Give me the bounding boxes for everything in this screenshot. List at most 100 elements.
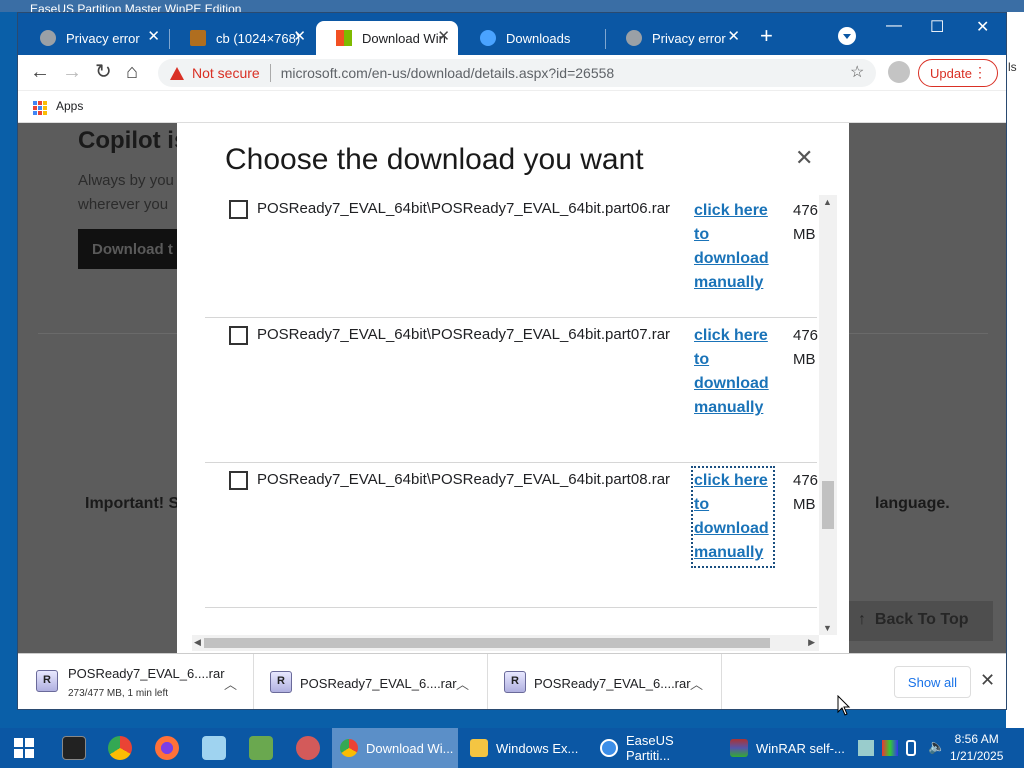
taskbar-winrar[interactable]: WinRAR self-... [722, 728, 848, 768]
background-window-text: ls [1008, 60, 1017, 74]
update-button[interactable]: Update ⋮ [918, 59, 998, 87]
url-text[interactable]: microsoft.com/en-us/download/details.asp… [281, 65, 614, 81]
vertical-scroll-thumb[interactable] [822, 481, 834, 529]
link-line[interactable]: to [694, 348, 772, 372]
chevron-up-icon[interactable]: ︿ [456, 674, 469, 693]
link-line[interactable]: click here [694, 324, 772, 348]
bookmark-star-icon[interactable]: ☆ [850, 62, 864, 82]
tab-download-win[interactable]: Download Win ✕ [316, 21, 458, 55]
file-checkbox[interactable] [229, 326, 248, 345]
network-icon[interactable] [858, 740, 874, 756]
chevron-up-icon[interactable]: ︿ [690, 674, 703, 693]
scroll-down-icon[interactable]: ▼ [823, 623, 832, 633]
file-checkbox[interactable] [229, 200, 248, 219]
download-status: 273/477 MB, 1 min left [68, 688, 169, 699]
taskbar-windows-explorer[interactable]: Windows Ex... [462, 728, 586, 768]
winrar-icon [730, 739, 748, 757]
link-line[interactable]: download [694, 247, 772, 271]
profile-avatar-icon[interactable] [888, 61, 910, 83]
close-tab-icon[interactable]: ✕ [147, 29, 160, 45]
file-size-unit: MB [793, 496, 816, 513]
forward-icon[interactable]: → [62, 61, 82, 83]
file-size: 476 MB [793, 199, 818, 247]
show-all-button[interactable]: Show all [894, 666, 971, 698]
file-name: POSReady7_EVAL_64bit\POSReady7_EVAL_64bi… [257, 200, 671, 217]
clock-date: 1/21/2025 [950, 749, 1004, 763]
close-tab-icon[interactable]: ✕ [293, 29, 306, 45]
tab-privacy-error-1[interactable]: Privacy error ✕ [20, 21, 168, 55]
download-item[interactable]: POSReady7_EVAL_6....rar 273/477 MB, 1 mi… [18, 654, 254, 709]
file-size-unit: MB [793, 351, 816, 368]
tab-downloads[interactable]: Downloads [460, 21, 604, 55]
apps-grid-icon[interactable] [33, 101, 47, 115]
link-line[interactable]: download [694, 517, 772, 541]
close-shelf-icon[interactable]: ✕ [980, 670, 995, 691]
link-line[interactable]: click here [694, 469, 772, 493]
close-window-icon[interactable]: ✕ [976, 17, 989, 37]
link-line[interactable]: click here [694, 199, 772, 223]
close-tab-icon[interactable]: ✕ [437, 29, 450, 45]
apps-bookmark[interactable]: Apps [56, 99, 83, 113]
scroll-up-icon[interactable]: ▲ [823, 197, 832, 207]
scroll-right-icon[interactable]: ▶ [808, 637, 815, 648]
file-checkbox[interactable] [229, 471, 248, 490]
address-bar[interactable]: Not secure microsoft.com/en-us/download/… [158, 59, 876, 87]
tab-label: Privacy error [652, 30, 726, 46]
clock-time: 8:56 AM [954, 732, 999, 746]
close-dialog-icon[interactable]: ✕ [795, 145, 813, 171]
taskbar-chrome-download[interactable]: Download Wi... [332, 728, 458, 768]
taskbar-item-label: Download Wi... [366, 740, 454, 756]
tab-privacy-error-2[interactable]: Privacy error ✕ [606, 21, 748, 55]
notepadpp-icon[interactable] [249, 736, 273, 760]
download-manually-link[interactable]: click here to download manually [694, 324, 772, 420]
cmd-icon[interactable] [62, 736, 86, 760]
winrar-file-icon [270, 671, 292, 693]
file-row: POSReady7_EVAL_64bit\POSReady7_EVAL_64bi… [205, 193, 818, 318]
battery-icon[interactable] [906, 740, 916, 756]
download-manually-link[interactable]: click here to download manually [694, 199, 772, 295]
tab-search-icon[interactable] [838, 27, 856, 45]
file-list: POSReady7_EVAL_64bit\POSReady7_EVAL_64bi… [177, 193, 837, 645]
link-line[interactable]: to [694, 223, 772, 247]
tab-cb[interactable]: cb (1024×768) ✕ [170, 21, 314, 55]
mouse-cursor-icon [837, 695, 851, 716]
tab-label: cb (1024×768) [216, 30, 301, 46]
file-row: POSReady7_EVAL_64bit\POSReady7_EVAL_64bi… [205, 318, 818, 463]
tab-label: Download Win [362, 30, 446, 46]
chevron-up-icon[interactable]: ︿ [224, 674, 237, 693]
horizontal-scroll-thumb[interactable] [204, 638, 770, 648]
firefox-icon[interactable] [155, 736, 179, 760]
new-tab-button[interactable]: + [760, 25, 773, 47]
file-size-value: 476 [793, 472, 819, 489]
reload-icon[interactable]: ↻ [95, 61, 112, 83]
link-line[interactable]: to [694, 493, 772, 517]
back-icon[interactable]: ← [30, 61, 50, 83]
download-item[interactable]: POSReady7_EVAL_6....rar ︿ [254, 654, 488, 709]
link-line[interactable]: manually [694, 541, 772, 565]
link-line[interactable]: download [694, 372, 772, 396]
download-item[interactable]: POSReady7_EVAL_6....rar ︿ [488, 654, 722, 709]
vertical-scrollbar[interactable]: ▲ ▼ [819, 195, 837, 635]
browser-toolbar: ← → ↻ ⌂ Not secure microsoft.com/en-us/d… [18, 55, 1006, 91]
tab-label: Downloads [506, 30, 571, 46]
close-tab-icon[interactable]: ✕ [727, 29, 740, 45]
minimize-icon[interactable]: — [886, 17, 902, 35]
horizontal-scrollbar[interactable]: ◀ ▶ [192, 635, 819, 651]
scroll-left-icon[interactable]: ◀ [194, 637, 201, 648]
maximize-icon[interactable]: ☐ [930, 17, 944, 37]
download-shelf: POSReady7_EVAL_6....rar 273/477 MB, 1 mi… [18, 653, 1006, 709]
chrome-icon[interactable] [108, 736, 132, 760]
windows-start-icon[interactable] [14, 738, 34, 758]
link-line[interactable]: manually [694, 396, 772, 420]
volume-icon[interactable]: 🔈 [928, 738, 945, 754]
taskbar-easeus[interactable]: EaseUS Partiti... [592, 728, 718, 768]
link-line[interactable]: manually [694, 271, 772, 295]
system-clock[interactable]: 8:56 AM 1/21/2025 [950, 731, 1003, 765]
tray-app-icon[interactable] [882, 740, 898, 756]
download-manually-link[interactable]: click here to download manually [691, 466, 775, 568]
home-icon[interactable]: ⌂ [126, 61, 138, 83]
page-language-text: language. [875, 495, 950, 512]
not-secure-label[interactable]: Not secure [192, 65, 260, 81]
app-icon[interactable] [296, 736, 320, 760]
notepad-icon[interactable] [202, 736, 226, 760]
